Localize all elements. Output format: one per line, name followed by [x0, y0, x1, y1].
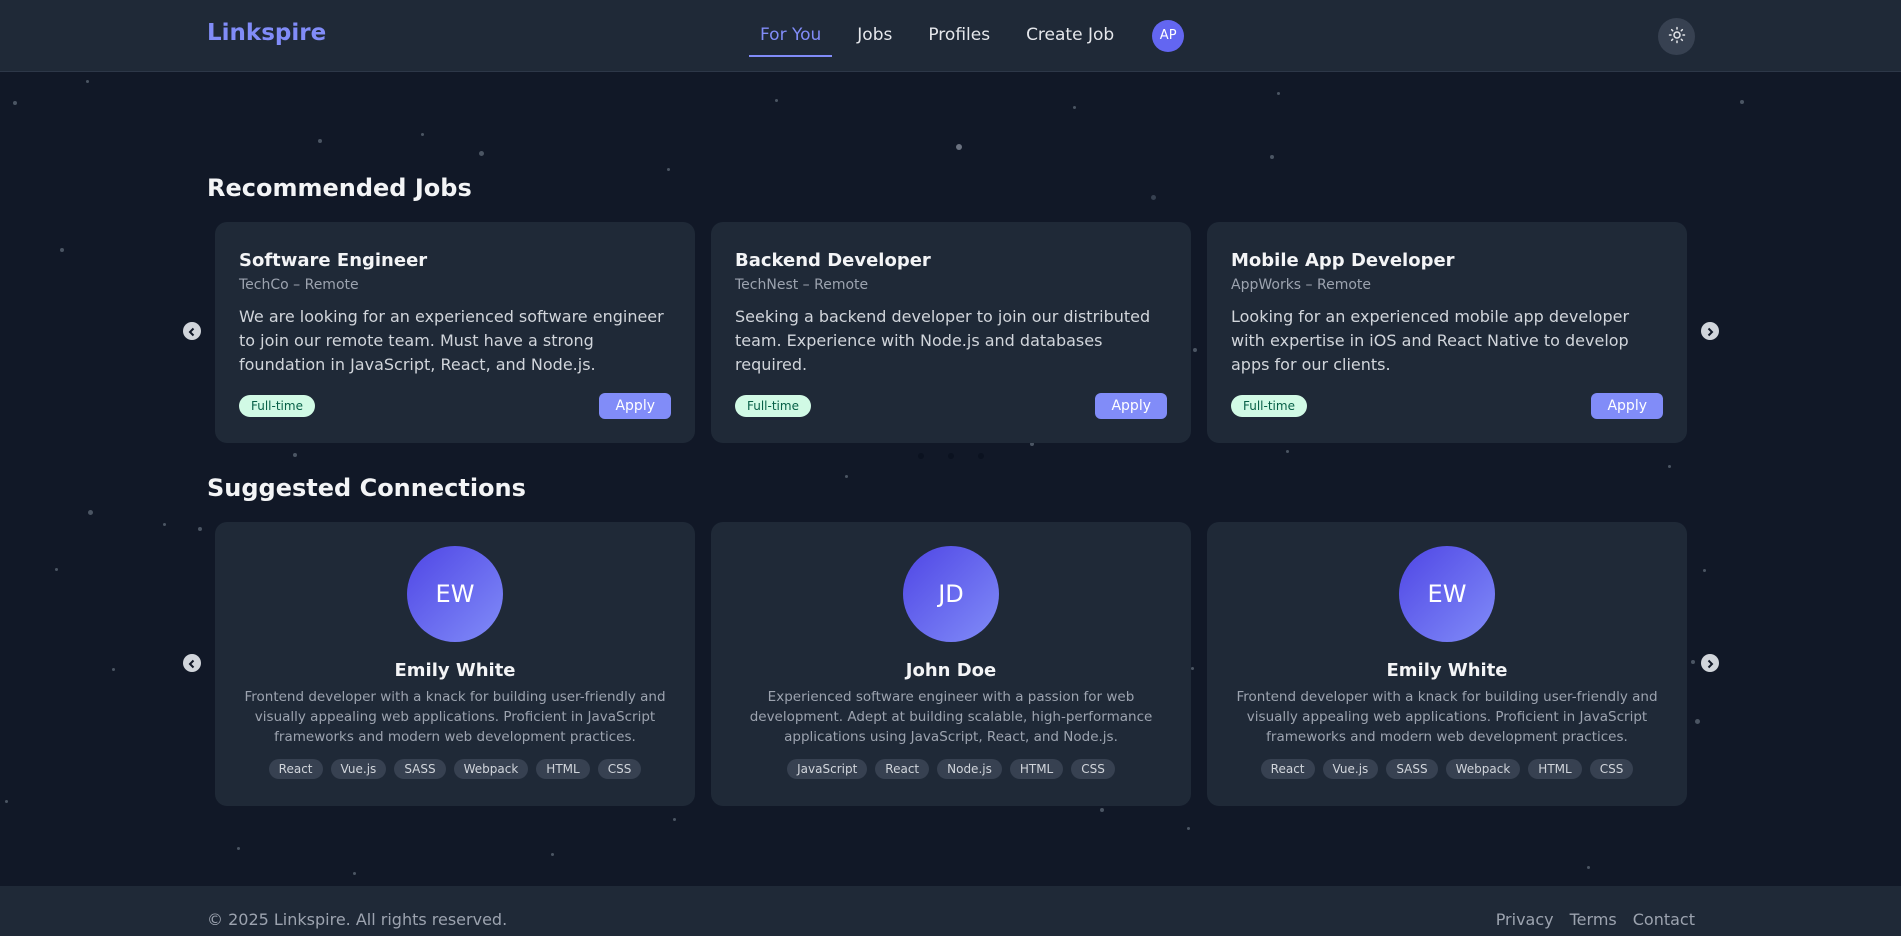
chevron-left-icon	[187, 322, 197, 341]
skill-tag: HTML	[1528, 759, 1582, 779]
carousel-dots	[918, 453, 984, 459]
skill-tag: Vue.js	[1322, 759, 1379, 779]
theme-toggle-button[interactable]	[1658, 18, 1695, 55]
skill-tag: CSS	[1071, 759, 1115, 779]
job-description: Seeking a backend developer to join our …	[735, 307, 1151, 374]
jobs-next-button[interactable]	[1701, 322, 1719, 340]
skill-tag: Vue.js	[330, 759, 387, 779]
chevron-right-icon	[1705, 322, 1715, 341]
brand-logo[interactable]: Linkspire	[207, 20, 326, 46]
connection-card[interactable]: EW Emily White Frontend developer with a…	[215, 522, 695, 806]
footer-links: Privacy Terms Contact	[1496, 910, 1695, 929]
carousel-dot[interactable]	[978, 453, 984, 459]
avatar: EW	[407, 546, 503, 642]
skill-tag: React	[268, 759, 323, 779]
connection-card[interactable]: JD John Doe Experienced software enginee…	[711, 522, 1191, 806]
job-type-badge: Full-time	[1231, 395, 1307, 417]
skill-tag: React	[875, 759, 930, 779]
carousel-dot[interactable]	[918, 453, 924, 459]
job-card[interactable]: Mobile App Developer AppWorks – Remote L…	[1207, 222, 1687, 443]
skill-tags: React Vue.js SASS Webpack HTML CSS	[1207, 759, 1687, 779]
chevron-left-icon	[187, 654, 197, 673]
job-description: We are looking for an experienced softwa…	[239, 307, 664, 374]
job-company: TechCo – Remote	[239, 277, 359, 293]
skill-tag: React	[1260, 759, 1315, 779]
connection-name: John Doe	[905, 660, 997, 681]
chevron-right-icon	[1705, 654, 1715, 673]
nav-create-job[interactable]: Create Job	[1026, 0, 1114, 72]
connection-bio: Frontend developer with a knack for buil…	[1236, 689, 1658, 745]
job-title: Mobile App Developer	[1231, 250, 1455, 271]
nav-profiles[interactable]: Profiles	[928, 0, 990, 72]
skill-tag: SASS	[394, 759, 446, 779]
nav-for-you[interactable]: For You	[748, 0, 833, 72]
skill-tags: React Vue.js SASS Webpack HTML CSS	[215, 759, 695, 779]
user-avatar[interactable]: AP	[1152, 20, 1185, 52]
apply-button[interactable]: Apply	[1591, 393, 1663, 419]
carousel-dot[interactable]	[948, 453, 954, 459]
skill-tag: Node.js	[937, 759, 1002, 779]
footer-link-terms[interactable]: Terms	[1570, 910, 1617, 929]
top-navbar: Linkspire For You Jobs Profiles Create J…	[0, 0, 1901, 72]
skill-tag: Webpack	[1445, 759, 1521, 779]
apply-button[interactable]: Apply	[1095, 393, 1167, 419]
skill-tag: SASS	[1386, 759, 1438, 779]
avatar: EW	[1399, 546, 1495, 642]
job-type-badge: Full-time	[735, 395, 811, 417]
job-company: AppWorks – Remote	[1231, 277, 1372, 293]
skill-tags: JavaScript React Node.js HTML CSS	[711, 759, 1191, 779]
skill-tag: CSS	[1589, 759, 1634, 779]
footer-link-contact[interactable]: Contact	[1633, 910, 1695, 929]
connection-name: Emily White	[394, 660, 516, 681]
copyright-text: © 2025 Linkspire. All rights reserved.	[207, 910, 508, 929]
main-nav: For You Jobs Profiles Create Job AP	[748, 0, 1185, 72]
job-type-badge: Full-time	[239, 395, 315, 417]
avatar: JD	[903, 546, 999, 642]
job-card[interactable]: Backend Developer TechNest – Remote Seek…	[711, 222, 1191, 443]
jobs-prev-button[interactable]	[183, 322, 201, 340]
connections-prev-button[interactable]	[183, 654, 201, 672]
job-title: Backend Developer	[735, 250, 931, 271]
job-card[interactable]: Software Engineer TechCo – Remote We are…	[215, 222, 695, 443]
connection-name: Emily White	[1386, 660, 1508, 681]
skill-tag: HTML	[1009, 759, 1064, 779]
connection-card[interactable]: EW Emily White Frontend developer with a…	[1207, 522, 1687, 806]
job-description: Looking for an experienced mobile app de…	[1231, 307, 1630, 374]
nav-jobs[interactable]: Jobs	[857, 0, 892, 72]
connections-next-button[interactable]	[1701, 654, 1719, 672]
skill-tag: JavaScript	[787, 759, 868, 779]
job-company: TechNest – Remote	[735, 277, 869, 293]
connection-bio: Experienced software engineer with a pas…	[749, 689, 1153, 745]
job-title: Software Engineer	[239, 250, 428, 271]
sun-icon	[1668, 26, 1686, 48]
skill-tag: Webpack	[453, 759, 529, 779]
apply-button[interactable]: Apply	[599, 393, 671, 419]
skill-tag: CSS	[597, 759, 642, 779]
recommended-jobs-title: Recommended Jobs	[207, 174, 472, 202]
suggested-connections-title: Suggested Connections	[207, 474, 526, 502]
footer-link-privacy[interactable]: Privacy	[1496, 910, 1554, 929]
connection-bio: Frontend developer with a knack for buil…	[244, 689, 666, 745]
page-footer: © 2025 Linkspire. All rights reserved. P…	[0, 886, 1901, 936]
skill-tag: HTML	[536, 759, 590, 779]
